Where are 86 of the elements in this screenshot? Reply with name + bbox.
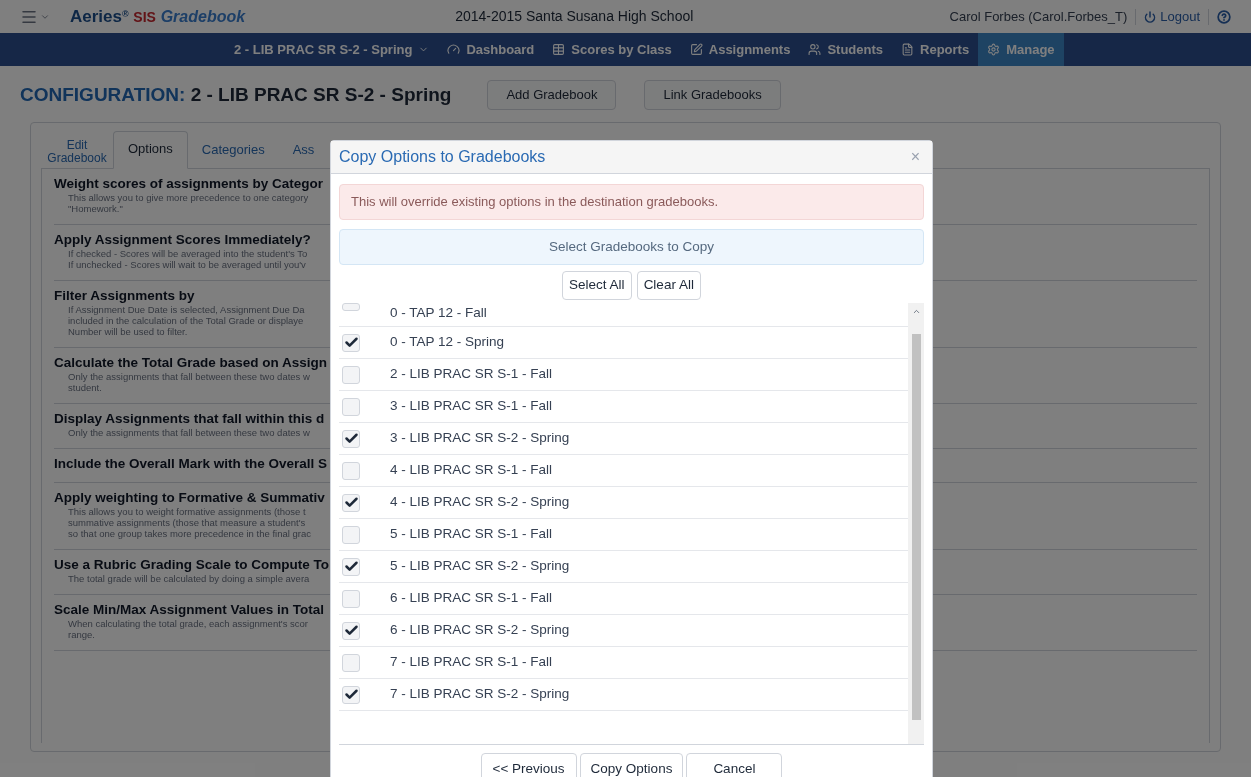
checkbox[interactable] [342,333,360,352]
option-title: Display Assignments that fall within this d [54,410,325,427]
power-icon [1144,10,1157,23]
gauge-icon [447,43,461,56]
check-icon [343,559,359,574]
footer-button[interactable]: Cancel [686,753,783,777]
checkbox[interactable] [342,365,360,384]
settings-icon [987,43,1001,56]
check-icon [343,623,359,638]
footer-button[interactable]: Copy Options [579,753,684,777]
option-description: Only the assignments that fall between these two dates w [67,427,310,438]
option-title: Include the Overall Mark with the Overall S [54,455,328,472]
option-title: Use a Rubric Grading Scale to Compute To [54,556,330,573]
tab[interactable]: Ass [278,139,329,169]
help-icon[interactable] [1217,9,1231,24]
option-description: If Assignment Due Date is selected, Assignment Due Da included in the calculation of the Total Grade or displaye Number will be used to filter. [67,304,305,337]
logout-link[interactable]: Logout [1144,6,1200,27]
checkbox[interactable] [342,685,360,704]
checkbox[interactable] [342,525,360,544]
toolbar-button[interactable]: Link Gradebooks [644,80,781,110]
checkbox[interactable] [342,397,360,416]
footer-button[interactable]: << Previous [480,753,577,777]
gradebook-label: 4 - LIB PRAC SR S-2 - Spring [390,493,570,512]
check-icon [343,687,359,702]
check-icon [343,335,359,350]
option-title: Apply Assignment Scores Immediately? [54,231,311,248]
checkbox[interactable] [342,557,360,576]
option-description: This allows you to give more precedence to one category "Homework." [67,192,309,214]
option-title: Scale Min/Max Assignment Values in Total [54,601,325,618]
brand-logo: Aeries$^{®}$ SIS Gradebook [70,5,246,28]
nav-item[interactable]: Dashboard [438,33,544,66]
gradebook-label: 3 - LIB PRAC SR S-1 - Fall [390,397,553,416]
option-title: Weight scores of assignments by Categor [54,175,324,192]
gradebook-label: 0 - TAP 12 - Fall [390,304,487,322]
nav-item[interactable]: Students [799,33,893,66]
pencil-icon [689,43,703,56]
gradebook-label: 4 - LIB PRAC SR S-1 - Fall [390,461,553,480]
page-title: CONFIGURATION: 2 - LIB PRAC SR S-2 - Spring [20,82,452,107]
checkbox[interactable] [342,621,360,640]
gradebook-label: 7 - LIB PRAC SR S-1 - Fall [390,653,553,672]
checkbox[interactable] [342,461,360,480]
check-icon [343,431,359,446]
gradebook-label: 7 - LIB PRAC SR S-2 - Spring [390,685,570,704]
option-description: If checked - Scores will be averaged into the student's To If unchecked - Scores will wait to be averaged until you'v [67,248,308,270]
option-title: Calculate the Total Grade based on Assign [54,354,328,371]
clear-all-button[interactable]: Clear All [636,271,701,300]
dialog-title: Copy Options to Gradebooks [339,147,546,167]
document-icon [901,43,915,56]
checkbox[interactable] [342,303,360,311]
info-heading: Select Gradebooks to Copy [339,229,924,265]
gradebook-label: 0 - TAP 12 - Spring [390,333,505,352]
gradebook-label: 6 - LIB PRAC SR S-1 - Fall [390,589,553,608]
gradebook-label: 2 - LIB PRAC SR S-1 - Fall [390,365,553,384]
gradebook-label: 5 - LIB PRAC SR S-2 - Spring [390,557,570,576]
check-icon [343,495,359,510]
nav-item[interactable]: Scores by Class [543,33,681,66]
scrollbar[interactable] [908,303,924,744]
toolbar-button[interactable]: Add Gradebook [487,80,617,110]
scroll-up-icon[interactable] [911,307,921,316]
option-description: When calculating the total grade, each assignment's scor range. [67,618,308,640]
checkbox[interactable] [342,653,360,672]
option-description: This allows you to weight formative assignments (those t summative assignments (those that measure a student's so that one group takes more precedence in the final grac [67,506,311,539]
tab[interactable]: Options [113,131,188,169]
gradebook-label: 3 - LIB PRAC SR S-2 - Spring [390,429,570,448]
nav-item[interactable]: Manage [978,33,1064,66]
user-name: Carol Forbes (Carol.Forbes_T) [949,7,1128,26]
checkbox[interactable] [342,493,360,512]
option-title: Filter Assignments by [54,287,195,304]
nav-item[interactable]: 2 - LIB PRAC SR S-2 - Spring [225,33,439,66]
select-all-button[interactable]: Select All [562,271,632,300]
nav-item[interactable]: Reports [892,33,979,66]
users-icon [808,43,822,56]
gradebook-label: 6 - LIB PRAC SR S-2 - Spring [390,621,570,640]
tab[interactable]: Categories [187,139,279,169]
nav-item[interactable]: Assignments [680,33,800,66]
checkbox[interactable] [342,589,360,608]
school-name: 2014-2015 Santa Susana High School [455,7,694,26]
checkbox[interactable] [342,429,360,448]
warning-alert: This will override existing options in the destination gradebooks. [339,184,924,220]
tab[interactable]: Edit Gradebook [41,139,113,169]
option-description: The total grade will be calculated by doing a simple avera [67,573,310,584]
gradebook-label: 5 - LIB PRAC SR S-1 - Fall [390,525,553,544]
option-description: Only the assignments that fall between these two dates w student. [67,371,310,393]
option-title: Apply weighting to Formative & Summativ [54,489,325,506]
close-button[interactable]: × [906,145,924,169]
table-icon [552,43,566,56]
